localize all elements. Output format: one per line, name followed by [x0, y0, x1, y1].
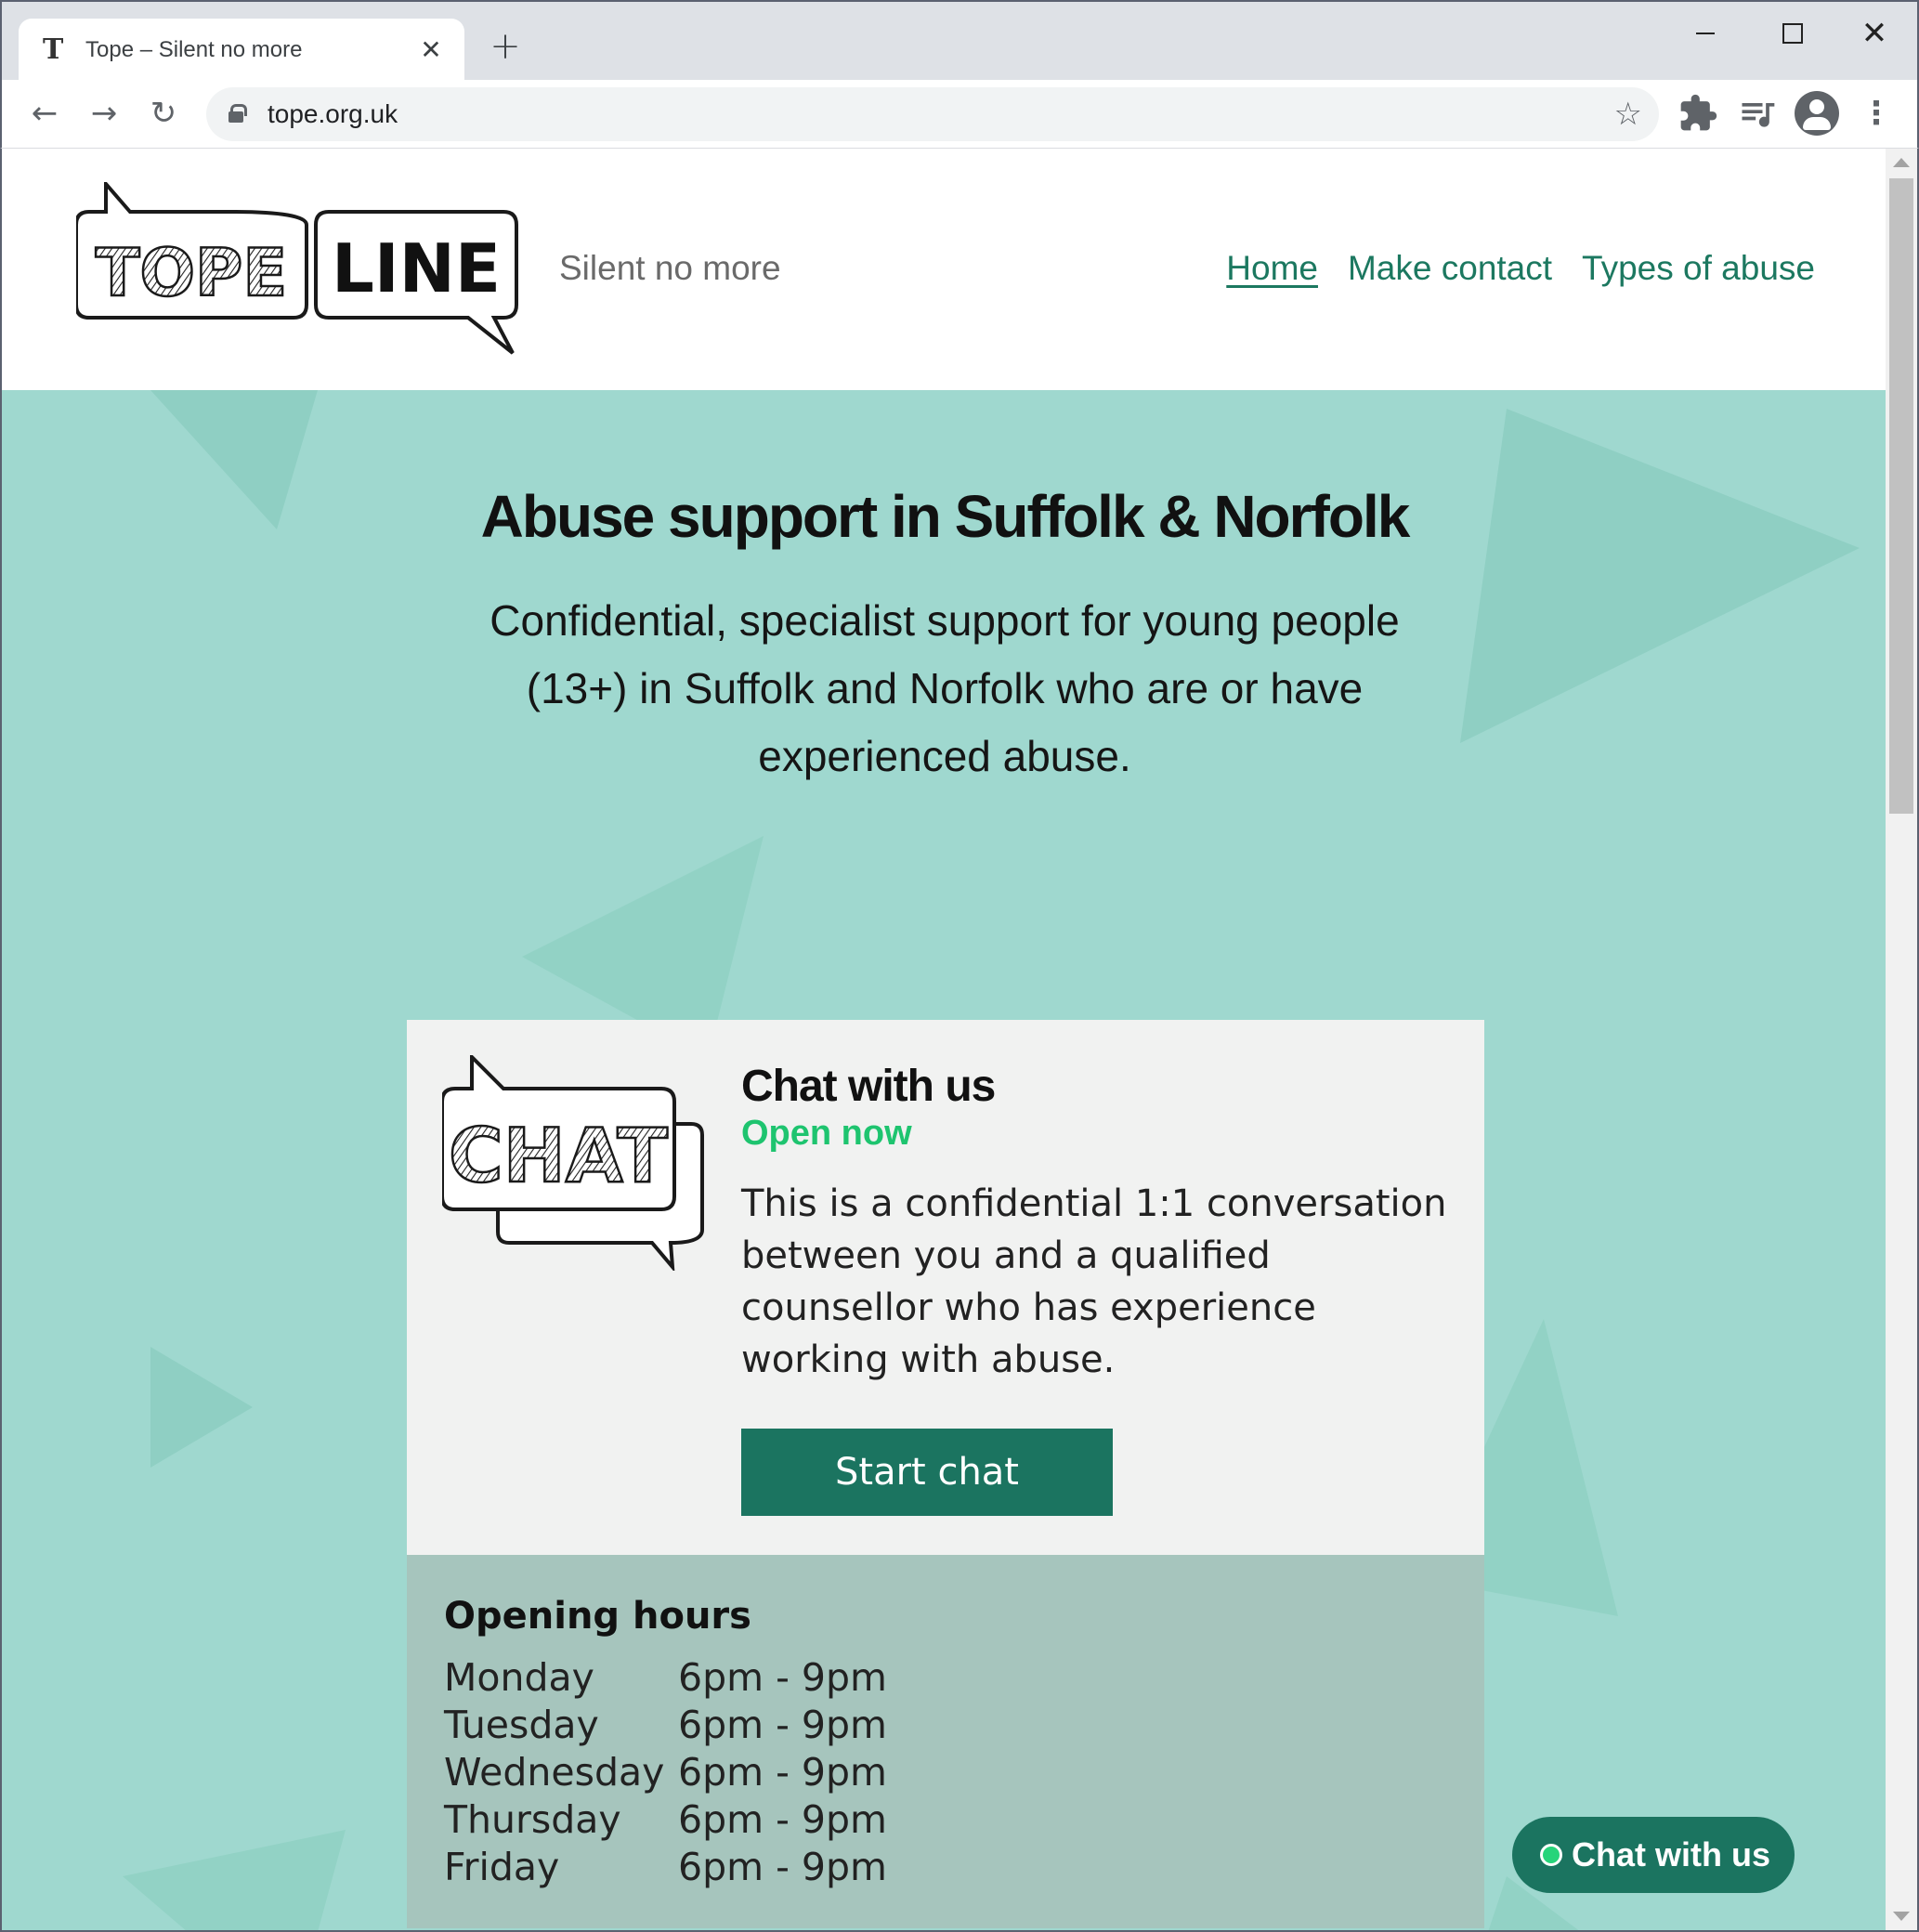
tab-favicon-icon: T: [43, 33, 64, 66]
tab-title: Tope – Silent no more: [85, 37, 303, 62]
main-nav: Home Make contact Types of abuse: [1226, 247, 1815, 290]
hours-time: 6pm - 9pm: [678, 1749, 887, 1795]
hours-row: Monday 6pm - 9pm: [444, 1653, 887, 1701]
hours-row: Wednesday 6pm - 9pm: [444, 1748, 887, 1795]
chat-card-title: Chat with us: [741, 1062, 996, 1111]
floating-chat-label: Chat with us: [1572, 1835, 1770, 1873]
browser-toolbar: ← → ↻ tope.org.uk ☆ ⋮: [0, 80, 1919, 149]
window-minimize-icon[interactable]: [1685, 15, 1726, 52]
opening-hours-title: Opening hours: [444, 1595, 751, 1638]
profile-account-icon[interactable]: [1795, 91, 1839, 136]
hours-row: Tuesday 6pm - 9pm: [444, 1701, 887, 1748]
page-viewport: TOPE LINE Silent no more Home Make conta…: [0, 149, 1919, 1932]
chat-bubble-logo-icon: CHAT: [440, 1052, 708, 1273]
hours-row: Thursday 6pm - 9pm: [444, 1795, 887, 1843]
hero-title: Abuse support in Suffolk & Norfolk: [480, 483, 1411, 550]
extensions-puzzle-icon[interactable]: [1677, 93, 1718, 134]
opening-hours-panel: Opening hours Monday 6pm - 9pm Tuesday 6…: [407, 1555, 1484, 1928]
chat-logo-text: CHAT: [449, 1113, 668, 1199]
browser-menu-kebab-icon[interactable]: ⋮: [1856, 93, 1897, 134]
hero-section: Abuse support in Suffolk & Norfolk Confi…: [2, 390, 1887, 1930]
chat-open-status: Open now: [741, 1114, 912, 1153]
bookmark-star-icon[interactable]: ☆: [1614, 97, 1642, 132]
hours-day: Friday: [444, 1844, 560, 1889]
logo-text-tope: TOPE: [96, 235, 287, 311]
opening-hours-list: Monday 6pm - 9pm Tuesday 6pm - 9pm Wedne…: [444, 1653, 887, 1890]
nav-types-of-abuse-link[interactable]: Types of abuse: [1582, 247, 1815, 290]
scroll-up-arrow-icon[interactable]: [1893, 158, 1910, 167]
reload-icon[interactable]: ↻: [143, 93, 184, 134]
window-close-icon[interactable]: ✕: [1854, 15, 1895, 52]
forward-arrow-icon[interactable]: →: [84, 93, 124, 134]
start-chat-button[interactable]: Start chat: [741, 1429, 1113, 1516]
chat-card: CHAT Chat with us Open now This is a con…: [407, 1020, 1484, 1555]
hours-day: Tuesday: [444, 1702, 599, 1747]
hours-day: Thursday: [444, 1796, 621, 1842]
hours-time: 6pm - 9pm: [678, 1702, 887, 1747]
hours-time: 6pm - 9pm: [678, 1796, 887, 1842]
topeline-logo[interactable]: TOPE LINE: [74, 178, 520, 355]
floating-chat-button[interactable]: Chat with us: [1512, 1817, 1795, 1893]
new-tab-plus-icon[interactable]: +: [489, 28, 522, 65]
hours-row: Friday 6pm - 9pm: [444, 1843, 887, 1890]
nav-make-contact-link[interactable]: Make contact: [1348, 247, 1552, 290]
hero-subtitle: Confidential, specialist support for you…: [490, 596, 1400, 780]
hours-day: Monday: [444, 1654, 594, 1700]
site-header: TOPE LINE Silent no more Home Make conta…: [2, 149, 1887, 390]
lock-icon[interactable]: [228, 104, 247, 123]
hours-day: Wednesday: [444, 1749, 665, 1795]
chat-card-description: This is a confidential 1:1 conversation …: [741, 1182, 1447, 1381]
browser-titlebar: T Tope – Silent no more ✕ + ✕: [0, 0, 1919, 82]
address-bar[interactable]: tope.org.uk ☆: [206, 87, 1659, 141]
site-tagline: Silent no more: [559, 249, 781, 287]
page-scrollbar[interactable]: [1886, 149, 1917, 1930]
window-maximize-icon[interactable]: [1770, 15, 1811, 52]
online-status-dot-icon: [1540, 1844, 1562, 1866]
media-queue-icon[interactable]: [1737, 93, 1778, 134]
tab-close-icon[interactable]: ✕: [416, 35, 446, 65]
logo-text-line: LINE: [332, 229, 501, 307]
url-text[interactable]: tope.org.uk: [268, 98, 398, 130]
scrollbar-thumb[interactable]: [1889, 178, 1913, 814]
hours-time: 6pm - 9pm: [678, 1654, 887, 1700]
nav-home-link[interactable]: Home: [1226, 247, 1318, 290]
back-arrow-icon[interactable]: ←: [24, 93, 65, 134]
browser-tab[interactable]: T Tope – Silent no more ✕: [19, 19, 464, 82]
hours-time: 6pm - 9pm: [678, 1844, 887, 1889]
scroll-down-arrow-icon[interactable]: [1893, 1912, 1910, 1921]
